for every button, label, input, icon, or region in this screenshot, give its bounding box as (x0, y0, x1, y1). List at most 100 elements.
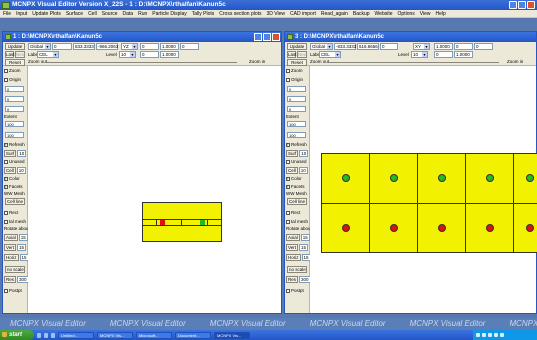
panel-button[interactable]: Surf (286, 150, 299, 157)
view-select[interactable]: Global (28, 43, 51, 50)
menu-item[interactable]: Options (398, 11, 415, 17)
quicklaunch-icon[interactable] (44, 332, 48, 338)
checkbox-icon[interactable] (286, 219, 290, 224)
menu-item[interactable]: 3D View (267, 11, 286, 17)
panel-field[interactable]: 100 (5, 121, 24, 127)
checkbox-icon[interactable] (286, 176, 290, 182)
maximize-icon[interactable] (518, 1, 526, 9)
checkbox-icon[interactable] (4, 77, 8, 82)
menu-item[interactable]: View (420, 11, 431, 17)
refresh-checkbox[interactable]: Refresh (4, 142, 25, 148)
panel-value-field[interactable]: 15 (18, 234, 28, 241)
checkbox-icon[interactable] (286, 68, 290, 73)
restore-icon[interactable] (263, 33, 271, 41)
extent-field-2[interactable]: 1.0000 (160, 43, 179, 50)
menu-item[interactable]: Website (375, 11, 393, 17)
extent-field-4[interactable]: 0 (140, 51, 159, 58)
tal-mesh-checkbox[interactable]: tal mesh (286, 219, 308, 224)
update-button[interactable]: Update (5, 43, 25, 50)
menu-item[interactable]: Cross section plots (219, 11, 261, 17)
cell-line-select[interactable]: Cell line (5, 198, 25, 205)
facets-checkbox[interactable]: Facets (4, 184, 23, 190)
panel-button[interactable]: Res (4, 276, 17, 283)
menu-item[interactable]: Update Plots (32, 11, 61, 17)
checkbox-icon[interactable] (4, 184, 8, 190)
panel-field[interactable]: 0 (5, 86, 24, 92)
panel-value-field[interactable]: 15 (17, 244, 27, 251)
menu-item[interactable]: Cell (88, 11, 97, 17)
minimize-icon[interactable] (254, 33, 262, 41)
next-button[interactable]: Next (297, 51, 307, 58)
origin-z-field[interactable]: -966.2063 (96, 43, 118, 50)
tray-icon[interactable] (482, 333, 486, 337)
unused-checkbox[interactable]: Unused (286, 159, 307, 164)
level-select[interactable]: 10 (119, 51, 136, 58)
panel-field[interactable]: 100 (287, 121, 306, 127)
checkbox-icon[interactable] (286, 288, 290, 293)
tal-mesh-checkbox[interactable]: tal mesh (4, 219, 26, 224)
color-checkbox[interactable]: Color (4, 176, 20, 182)
checkbox-icon[interactable] (286, 142, 290, 148)
rect-checkbox[interactable]: Rect (4, 210, 18, 215)
checkbox-icon[interactable] (4, 210, 8, 215)
menu-item[interactable]: Source (102, 11, 118, 17)
panel-button[interactable]: Vert (4, 244, 17, 251)
checkbox-icon[interactable] (4, 142, 8, 148)
panel-field[interactable]: 0 (287, 106, 306, 112)
panel-field[interactable]: 0 (287, 96, 306, 102)
panel-value-field[interactable]: 10 (16, 167, 26, 174)
minimize-icon[interactable] (509, 1, 517, 9)
panel-value-field[interactable]: 10 (298, 167, 308, 174)
menu-item[interactable]: Input (16, 11, 27, 17)
tray-icon[interactable] (488, 333, 492, 337)
origin-x-field[interactable]: -833.3333 (334, 43, 356, 50)
checkbox-icon[interactable] (4, 176, 8, 182)
taskbar-item[interactable]: MCNPX Vis... (214, 331, 250, 339)
last-button[interactable]: Last (5, 51, 15, 58)
menu-item[interactable]: Help (436, 11, 446, 17)
panel-button[interactable]: Horiz (286, 254, 301, 261)
panel-value-field[interactable]: 15 (300, 234, 310, 241)
rect-checkbox[interactable]: Rect (286, 210, 300, 215)
panel-field[interactable]: 100 (287, 132, 306, 138)
postpt-checkbox[interactable]: Postpt (286, 288, 304, 293)
label-select[interactable]: CEL (37, 51, 59, 58)
next-button[interactable]: Next (15, 51, 25, 58)
panel-field[interactable]: 100 (5, 132, 24, 138)
checkbox-icon[interactable] (286, 159, 290, 164)
panel-value-field[interactable]: 300 (17, 276, 29, 283)
extent-field-1[interactable]: 1.0000 (434, 43, 453, 50)
origin-checkbox[interactable]: Origin (286, 77, 303, 82)
reset-button[interactable]: Reset (5, 59, 25, 66)
plot-canvas[interactable] (28, 66, 281, 313)
checkbox-icon[interactable] (286, 184, 290, 190)
extent-field-5[interactable]: 1.0000 (454, 51, 473, 58)
panel-value-field[interactable]: 10 (299, 150, 309, 157)
taskbar-item[interactable]: Untitled... (58, 331, 94, 339)
panel-button[interactable]: Cell (286, 167, 298, 174)
extent-field-2[interactable]: 0 (454, 43, 473, 50)
tray-icon[interactable] (494, 333, 498, 337)
checkbox-icon[interactable] (286, 77, 290, 82)
panel-field[interactable]: 0 (287, 86, 306, 92)
start-button[interactable]: start (0, 330, 34, 340)
menu-item[interactable]: Particle Display (152, 11, 186, 17)
zoom-slider[interactable] (329, 62, 499, 63)
menu-item[interactable]: CAD import (290, 11, 316, 17)
color-checkbox[interactable]: Color (286, 176, 302, 182)
checkbox-icon[interactable] (4, 219, 8, 224)
plane-select[interactable]: YZ (121, 43, 138, 50)
reset-button[interactable]: Reset (287, 59, 307, 66)
tray-icon[interactable] (500, 333, 504, 337)
checkbox-icon[interactable] (4, 288, 8, 293)
extent-field-3[interactable]: 0 (474, 43, 493, 50)
menu-item[interactable]: Surface (66, 11, 83, 17)
origin-x-field[interactable]: 0 (52, 43, 72, 50)
origin-y-field[interactable]: 516.6656 (357, 43, 379, 50)
panel-value-field[interactable]: 15 (299, 244, 309, 251)
update-button[interactable]: Update (287, 43, 307, 50)
extent-field-4[interactable]: 0 (434, 51, 453, 58)
panel-button[interactable]: Axial (4, 234, 18, 241)
menu-item[interactable]: Backup (353, 11, 370, 17)
zoom-checkbox[interactable]: Zoom (4, 68, 21, 73)
